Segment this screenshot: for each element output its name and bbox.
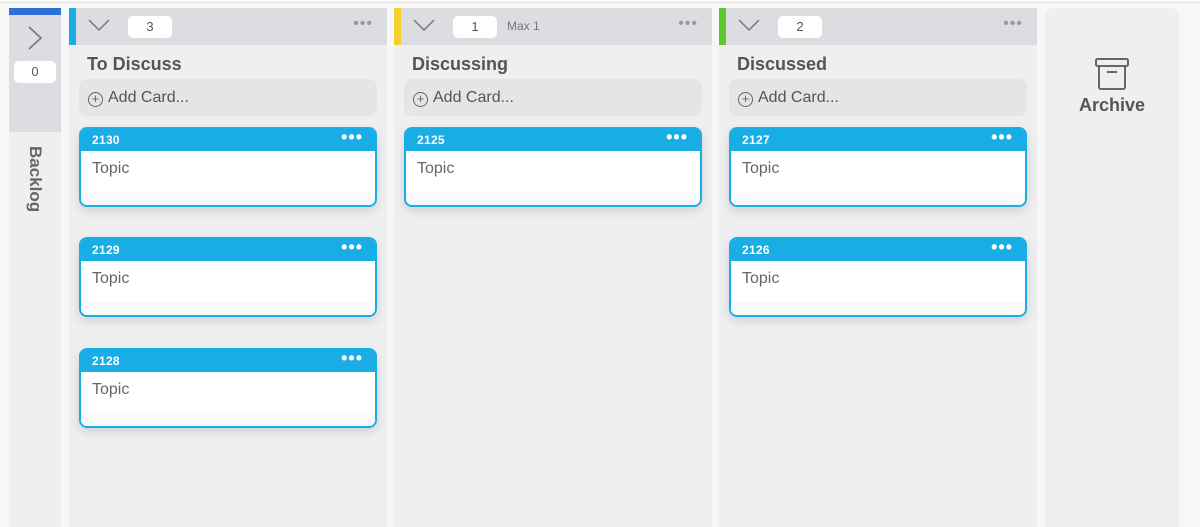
- column-title: To Discuss: [87, 54, 182, 74]
- add-card-button[interactable]: + Add Card...: [404, 79, 702, 116]
- card-id: 2130: [92, 133, 120, 147]
- card-header: 2126 •••: [731, 239, 1025, 261]
- more-icon[interactable]: •••: [1003, 15, 1023, 33]
- card-header: 2129 •••: [81, 239, 375, 261]
- chevron-right-icon[interactable]: [25, 25, 45, 51]
- card-header: 2125 •••: [406, 129, 700, 151]
- add-card-label: Add Card...: [433, 89, 514, 106]
- card-header: 2130 •••: [81, 129, 375, 151]
- card-footer: [731, 192, 1025, 205]
- card[interactable]: 2129 ••• Topic: [79, 237, 377, 317]
- add-card-label: Add Card...: [108, 89, 189, 106]
- card[interactable]: 2128 ••• Topic: [79, 348, 377, 428]
- more-icon[interactable]: •••: [341, 350, 363, 369]
- card-count: 1: [453, 16, 497, 38]
- column-accent: [719, 8, 726, 45]
- archive-box-icon: [1095, 58, 1129, 90]
- more-icon[interactable]: •••: [991, 129, 1013, 148]
- column-header: 3 •••: [69, 8, 387, 45]
- card-footer: [81, 302, 375, 315]
- plus-circle-icon: +: [413, 92, 428, 107]
- card-header: 2128 •••: [81, 350, 375, 372]
- column-title: Discussed: [737, 54, 828, 74]
- card[interactable]: 2125 ••• Topic: [404, 127, 702, 207]
- more-icon[interactable]: •••: [666, 129, 688, 148]
- plus-circle-icon: +: [738, 92, 753, 107]
- more-icon[interactable]: •••: [991, 239, 1013, 258]
- column-header: 1 Max 1 •••: [394, 8, 712, 45]
- more-icon[interactable]: •••: [678, 15, 698, 33]
- card-text: Topic: [92, 160, 130, 177]
- card[interactable]: 2130 ••• Topic: [79, 127, 377, 207]
- column-to-discuss: 3 ••• To Discuss + Add Card... 2130 ••• To…: [69, 8, 387, 527]
- card-footer: [406, 192, 700, 205]
- card-footer: [731, 302, 1025, 315]
- archive-label: Archive: [1078, 95, 1146, 115]
- add-card-button[interactable]: + Add Card...: [79, 79, 377, 116]
- top-border: [0, 0, 1200, 3]
- column-header: 2 •••: [719, 8, 1037, 45]
- card-count: 2: [778, 16, 822, 38]
- card-id: 2127: [742, 133, 770, 147]
- card-footer: [81, 192, 375, 205]
- card-count: 3: [128, 16, 172, 38]
- backlog-column[interactable]: 0 Backlog: [9, 8, 61, 527]
- card[interactable]: 2127 ••• Topic: [729, 127, 1027, 207]
- column-accent: [69, 8, 76, 45]
- backlog-accent-bar: [9, 8, 61, 15]
- add-card-button[interactable]: + Add Card...: [729, 79, 1027, 116]
- card-header: 2127 •••: [731, 129, 1025, 151]
- chevron-down-icon[interactable]: [737, 17, 761, 33]
- add-card-label: Add Card...: [758, 89, 839, 106]
- wip-limit: Max 1: [507, 19, 540, 33]
- card-footer: [81, 413, 375, 426]
- card[interactable]: 2126 ••• Topic: [729, 237, 1027, 317]
- more-icon[interactable]: •••: [341, 129, 363, 148]
- card-text: Topic: [92, 381, 130, 398]
- card-id: 2128: [92, 354, 120, 368]
- backlog-count: 0: [14, 61, 56, 83]
- backlog-label[interactable]: Backlog: [25, 146, 45, 212]
- column-discussed: 2 ••• Discussed + Add Card... 2127 ••• Top…: [719, 8, 1037, 527]
- backlog-header: 0: [9, 15, 61, 132]
- chevron-down-icon[interactable]: [412, 17, 436, 33]
- card-text: Topic: [742, 270, 780, 287]
- plus-circle-icon: +: [88, 92, 103, 107]
- archive-column[interactable]: Archive: [1045, 8, 1179, 527]
- column-accent: [394, 8, 401, 45]
- card-id: 2126: [742, 243, 770, 257]
- card-text: Topic: [742, 160, 780, 177]
- more-icon[interactable]: •••: [341, 239, 363, 258]
- more-icon[interactable]: •••: [353, 15, 373, 33]
- card-text: Topic: [92, 270, 130, 287]
- card-id: 2129: [92, 243, 120, 257]
- column-title: Discussing: [412, 54, 509, 74]
- card-id: 2125: [417, 133, 445, 147]
- chevron-down-icon[interactable]: [87, 17, 111, 33]
- column-discussing: 1 Max 1 ••• Discussing + Add Card... 2125…: [394, 8, 712, 527]
- card-text: Topic: [417, 160, 455, 177]
